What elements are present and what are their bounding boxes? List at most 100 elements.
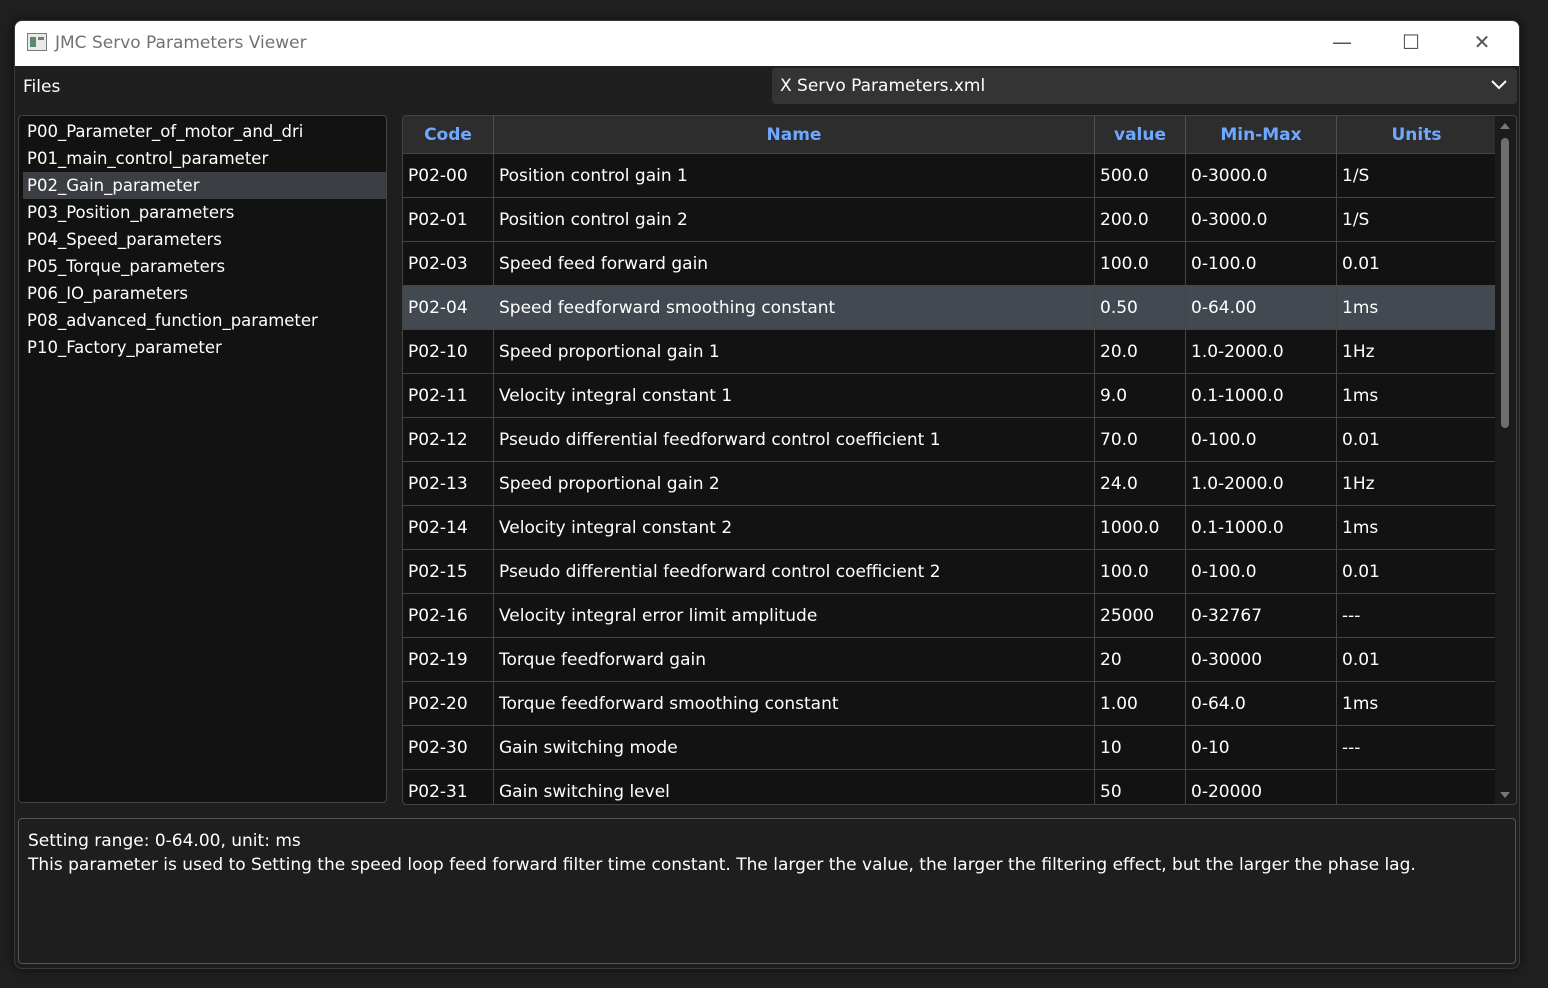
cell-value: 70.0 xyxy=(1094,417,1186,462)
sidebar-item[interactable]: P03_Position_parameters xyxy=(23,199,386,226)
file-select-value: X Servo Parameters.xml xyxy=(780,76,986,96)
cell-units: 1ms xyxy=(1336,285,1497,330)
cell-code: P02-00 xyxy=(403,153,494,198)
cell-code: P02-19 xyxy=(403,637,494,682)
sidebar-item[interactable]: P08_advanced_function_parameter xyxy=(23,307,386,334)
cell-units: 1/S xyxy=(1336,153,1497,198)
table-row[interactable]: P02-10 Speed proportional gain 1 20.0 1.… xyxy=(403,329,1497,374)
cell-minmax: 0-3000.0 xyxy=(1185,197,1337,242)
table-row[interactable]: P02-12 Pseudo differential feedforward c… xyxy=(403,417,1497,462)
cell-minmax: 0-32767 xyxy=(1185,593,1337,638)
cell-value: 25000 xyxy=(1094,593,1186,638)
table-row-selected[interactable]: P02-04 Speed feedforward smoothing const… xyxy=(403,285,1497,330)
cell-minmax: 0-64.00 xyxy=(1185,285,1337,330)
cell-name: Torque feedforward gain xyxy=(493,637,1095,682)
cell-name: Torque feedforward smoothing constant xyxy=(493,681,1095,726)
cell-code: P02-15 xyxy=(403,549,494,594)
table-row[interactable]: P02-14 Velocity integral constant 2 1000… xyxy=(403,505,1497,550)
parameter-group-list[interactable]: P00_Parameter_of_motor_and_dri P01_main_… xyxy=(18,115,387,803)
sidebar-item[interactable]: P06_IO_parameters xyxy=(23,280,386,307)
cell-units: 0.01 xyxy=(1336,241,1497,286)
scroll-up-arrow-icon[interactable] xyxy=(1500,123,1510,129)
maximize-button[interactable]: ☐ xyxy=(1376,21,1446,66)
vertical-scrollbar[interactable] xyxy=(1495,116,1516,804)
title-bar[interactable]: JMC Servo Parameters Viewer — ☐ ✕ xyxy=(15,21,1519,66)
cell-value: 50 xyxy=(1094,769,1186,804)
window-title: JMC Servo Parameters Viewer xyxy=(55,33,307,53)
cell-name: Speed proportional gain 2 xyxy=(493,461,1095,506)
cell-units: --- xyxy=(1336,593,1497,638)
table-row[interactable]: P02-15 Pseudo differential feedforward c… xyxy=(403,549,1497,594)
column-header-name[interactable]: Name xyxy=(493,116,1095,154)
cell-code: P02-10 xyxy=(403,329,494,374)
table-row[interactable]: P02-11 Velocity integral constant 1 9.0 … xyxy=(403,373,1497,418)
cell-code: P02-11 xyxy=(403,373,494,418)
column-header-minmax[interactable]: Min-Max xyxy=(1185,116,1337,154)
app-icon xyxy=(27,33,47,51)
cell-name: Gain switching level xyxy=(493,769,1095,804)
column-header-value[interactable]: value xyxy=(1094,116,1186,154)
cell-minmax: 1.0-2000.0 xyxy=(1185,461,1337,506)
scrollbar-thumb[interactable] xyxy=(1501,138,1509,428)
cell-units: 1ms xyxy=(1336,681,1497,726)
app-window: JMC Servo Parameters Viewer — ☐ ✕ Files … xyxy=(14,20,1520,969)
cell-units: 1ms xyxy=(1336,505,1497,550)
cell-minmax: 0-100.0 xyxy=(1185,549,1337,594)
cell-code: P02-13 xyxy=(403,461,494,506)
cell-name: Speed feed forward gain xyxy=(493,241,1095,286)
table-row[interactable]: P02-13 Speed proportional gain 2 24.0 1.… xyxy=(403,461,1497,506)
cell-code: P02-30 xyxy=(403,725,494,770)
cell-code: P02-31 xyxy=(403,769,494,804)
sidebar-item[interactable]: P01_main_control_parameter xyxy=(23,145,386,172)
cell-code: P02-14 xyxy=(403,505,494,550)
sidebar-item[interactable]: P00_Parameter_of_motor_and_dri xyxy=(23,118,386,145)
column-header-units[interactable]: Units xyxy=(1336,116,1497,154)
cell-value: 10 xyxy=(1094,725,1186,770)
table-row[interactable]: P02-30 Gain switching mode 10 0-10 --- xyxy=(403,725,1497,770)
cell-minmax: 0-20000 xyxy=(1185,769,1337,804)
table-row[interactable]: P02-00 Position control gain 1 500.0 0-3… xyxy=(403,153,1497,198)
description-text: This parameter is used to Setting the sp… xyxy=(28,855,1416,875)
cell-value: 24.0 xyxy=(1094,461,1186,506)
parameter-table[interactable]: Code Name value Min-Max Units P02-00 Pos… xyxy=(402,115,1517,805)
close-button[interactable]: ✕ xyxy=(1447,21,1517,66)
cell-minmax: 0-100.0 xyxy=(1185,241,1337,286)
table-row[interactable]: P02-16 Velocity integral error limit amp… xyxy=(403,593,1497,638)
minimize-button[interactable]: — xyxy=(1307,21,1377,66)
cell-minmax: 0-100.0 xyxy=(1185,417,1337,462)
cell-minmax: 0-3000.0 xyxy=(1185,153,1337,198)
cell-name: Pseudo differential feedforward control … xyxy=(493,417,1095,462)
file-select-dropdown[interactable]: X Servo Parameters.xml xyxy=(772,68,1517,104)
cell-code: P02-12 xyxy=(403,417,494,462)
cell-units: 0.01 xyxy=(1336,549,1497,594)
column-header-code[interactable]: Code xyxy=(403,116,494,154)
cell-minmax: 0-64.0 xyxy=(1185,681,1337,726)
sidebar-item[interactable]: P10_Factory_parameter xyxy=(23,334,386,361)
table-row[interactable]: P02-20 Torque feedforward smoothing cons… xyxy=(403,681,1497,726)
cell-value: 500.0 xyxy=(1094,153,1186,198)
sidebar-item[interactable]: P04_Speed_parameters xyxy=(23,226,386,253)
cell-name: Position control gain 1 xyxy=(493,153,1095,198)
cell-units: 0.01 xyxy=(1336,637,1497,682)
sidebar-item[interactable]: P05_Torque_parameters xyxy=(23,253,386,280)
table-row[interactable]: P02-01 Position control gain 2 200.0 0-3… xyxy=(403,197,1497,242)
chevron-down-icon xyxy=(1491,80,1507,90)
cell-name: Velocity integral constant 1 xyxy=(493,373,1095,418)
cell-value: 9.0 xyxy=(1094,373,1186,418)
cell-value: 1.00 xyxy=(1094,681,1186,726)
parameter-description-panel: Setting range: 0-64.00, unit: ms This pa… xyxy=(18,818,1516,964)
table-row[interactable]: P02-03 Speed feed forward gain 100.0 0-1… xyxy=(403,241,1497,286)
files-menu[interactable]: Files xyxy=(23,77,60,97)
table-row[interactable]: P02-31 Gain switching level 50 0-20000 xyxy=(403,769,1497,804)
sidebar-item-selected[interactable]: P02_Gain_parameter xyxy=(23,172,386,199)
table-row[interactable]: P02-19 Torque feedforward gain 20 0-3000… xyxy=(403,637,1497,682)
cell-units: 1/S xyxy=(1336,197,1497,242)
cell-code: P02-01 xyxy=(403,197,494,242)
cell-units: --- xyxy=(1336,725,1497,770)
cell-units: 0.01 xyxy=(1336,417,1497,462)
cell-name: Gain switching mode xyxy=(493,725,1095,770)
cell-minmax: 0-10 xyxy=(1185,725,1337,770)
cell-minmax: 0.1-1000.0 xyxy=(1185,505,1337,550)
cell-value: 20.0 xyxy=(1094,329,1186,374)
scroll-down-arrow-icon[interactable] xyxy=(1500,792,1510,798)
